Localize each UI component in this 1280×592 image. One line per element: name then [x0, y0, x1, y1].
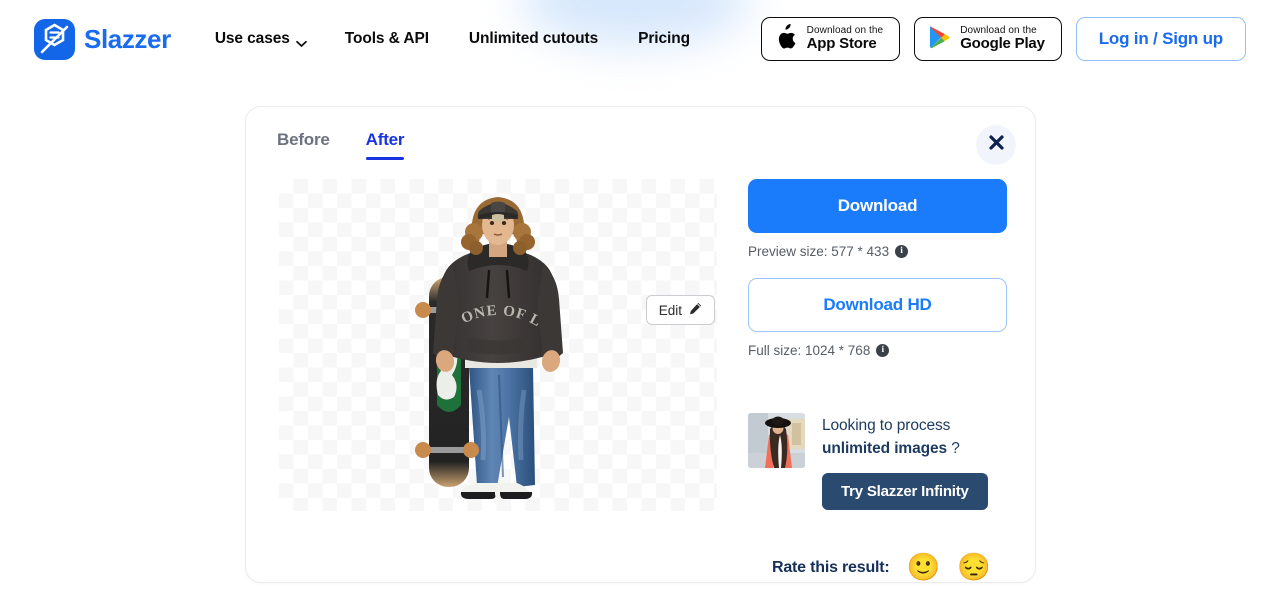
tab-before-label: Before: [277, 130, 330, 149]
rating-section: Rate this result: 🙂 😔: [772, 554, 991, 581]
nav-item-label: Use cases: [214, 30, 290, 47]
chevron-down-icon: [295, 35, 307, 47]
close-button[interactable]: [976, 125, 1016, 165]
promo-line1: Looking to process: [822, 417, 951, 434]
edit-button[interactable]: Edit: [645, 295, 715, 325]
nav-item-unlimited-cutouts[interactable]: Unlimited cutouts: [469, 30, 598, 48]
promo-text: Looking to process unlimited images ?: [822, 414, 988, 461]
close-icon: [988, 134, 1005, 156]
nav-item-label: Pricing: [638, 30, 690, 47]
cutout-image: ONE OF LBRANDS: [387, 179, 603, 511]
preview-size-label: Preview size: 577 * 433: [748, 244, 890, 259]
brand-name: Slazzer: [84, 23, 171, 54]
tab-after-label: After: [365, 130, 405, 149]
full-size-label: Full size: 1024 * 768: [748, 343, 871, 358]
google-play-button[interactable]: Download on the Google Play: [914, 17, 1062, 61]
info-icon[interactable]: i: [895, 245, 909, 258]
brand-logo[interactable]: Slazzer: [34, 18, 171, 60]
result-card: Before After ONE OF L Edit Download Prev…: [245, 106, 1036, 583]
rating-label: Rate this result:: [772, 558, 890, 576]
main-navigation: Use cases Tools & API Unlimited cutouts …: [215, 30, 690, 48]
info-icon[interactable]: i: [876, 344, 890, 357]
google-play-label: Download on the Google Play: [960, 25, 1045, 53]
promo-line2-bold: unlimited images: [822, 440, 948, 458]
login-signup-label: Log in / Sign up: [1098, 29, 1223, 48]
promo-line2-tail: ?: [947, 440, 960, 458]
promo-banner: Looking to process unlimited images ? Tr…: [748, 413, 1007, 510]
nav-item-label: Unlimited cutouts: [468, 30, 599, 47]
promo-thumbnail: [748, 413, 805, 468]
promo-content: Looking to process unlimited images ? Tr…: [822, 413, 988, 510]
google-play-big-label: Google Play: [960, 35, 1045, 53]
header-actions: Download on the App Store Download on th…: [760, 17, 1246, 61]
preview-size-note: Preview size: 577 * 433 i: [748, 244, 1007, 259]
edit-button-label: Edit: [658, 302, 682, 318]
tab-after[interactable]: After: [365, 130, 405, 169]
nav-item-use-cases[interactable]: Use cases: [214, 30, 307, 48]
nav-item-label: Tools & API: [344, 30, 429, 47]
download-panel: Download Preview size: 577 * 433 i Downl…: [748, 179, 1007, 510]
full-size-note: Full size: 1024 * 768 i: [748, 343, 1007, 358]
try-slazzer-infinity-button[interactable]: Try Slazzer Infinity: [822, 472, 988, 510]
site-header: Slazzer Use cases Tools & API Unlimited …: [0, 0, 1280, 78]
google-play-icon: [929, 25, 951, 54]
slightly-smiling-face-icon[interactable]: 🙂: [907, 554, 941, 581]
nav-item-pricing[interactable]: Pricing: [638, 30, 690, 48]
download-hd-button[interactable]: Download HD: [748, 278, 1007, 332]
tab-underline: [365, 157, 405, 160]
page-root: Slazzer Use cases Tools & API Unlimited …: [0, 0, 1280, 592]
before-after-tabs: Before After: [277, 130, 405, 169]
app-store-label: Download on the App Store: [806, 25, 884, 53]
pencil-icon: [689, 302, 702, 318]
app-store-button[interactable]: Download on the App Store: [760, 17, 901, 61]
apple-icon: [776, 23, 798, 55]
nav-item-tools-api[interactable]: Tools & API: [345, 30, 429, 48]
image-preview-area[interactable]: ONE OF LBRANDS: [279, 179, 717, 511]
login-signup-button[interactable]: Log in / Sign up: [1075, 17, 1246, 61]
tab-before[interactable]: Before: [277, 130, 330, 169]
app-store-big-label: App Store: [806, 35, 877, 53]
download-button[interactable]: Download: [748, 179, 1007, 233]
pensive-face-icon[interactable]: 😔: [957, 554, 991, 581]
slazzer-logo-icon: [34, 18, 75, 60]
